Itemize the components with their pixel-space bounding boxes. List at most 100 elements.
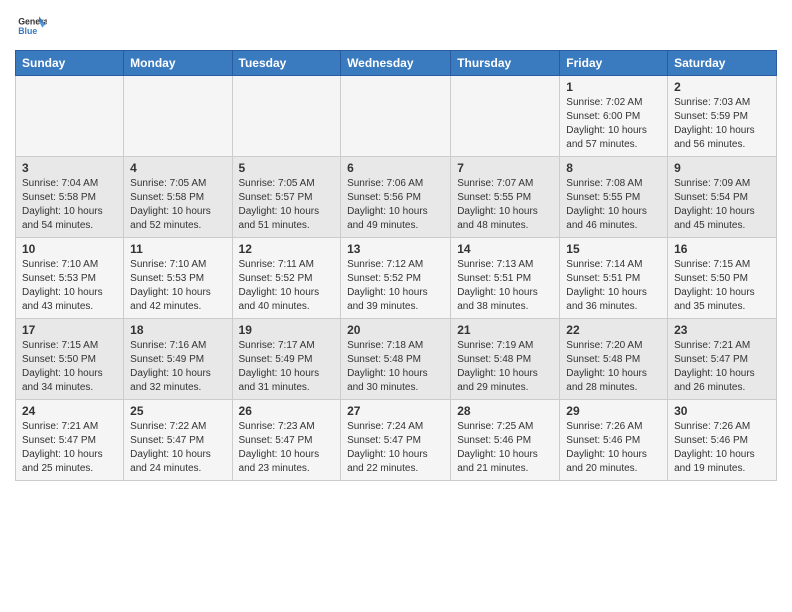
day-number: 8 — [566, 161, 661, 175]
calendar-cell: 14 Sunrise: 7:13 AM Sunset: 5:51 PM Dayli… — [451, 238, 560, 319]
day-number: 26 — [239, 404, 335, 418]
calendar-cell: 27 Sunrise: 7:24 AM Sunset: 5:47 PM Dayli… — [341, 400, 451, 481]
day-number: 29 — [566, 404, 661, 418]
day-info: Sunrise: 7:09 AM Sunset: 5:54 PM Dayligh… — [674, 177, 770, 233]
day-info: Sunrise: 7:10 AM Sunset: 5:53 PM Dayligh… — [22, 258, 117, 314]
day-number: 9 — [674, 161, 770, 175]
calendar-cell: 28 Sunrise: 7:25 AM Sunset: 5:46 PM Dayli… — [451, 400, 560, 481]
day-info: Sunrise: 7:24 AM Sunset: 5:47 PM Dayligh… — [347, 420, 444, 476]
day-number: 2 — [674, 80, 770, 94]
day-info: Sunrise: 7:26 AM Sunset: 5:46 PM Dayligh… — [674, 420, 770, 476]
calendar-cell: 19 Sunrise: 7:17 AM Sunset: 5:49 PM Dayli… — [232, 319, 341, 400]
weekday-header-wednesday: Wednesday — [341, 51, 451, 76]
weekday-header-thursday: Thursday — [451, 51, 560, 76]
day-number: 5 — [239, 161, 335, 175]
calendar-cell: 18Sunrise: 7:16 AM Sunset: 5:49 PM Dayli… — [124, 319, 232, 400]
day-info: Sunrise: 7:20 AM Sunset: 5:48 PM Dayligh… — [566, 339, 661, 395]
calendar-week-3: 10 Sunrise: 7:10 AM Sunset: 5:53 PM Dayli… — [16, 238, 777, 319]
day-number: 19 — [239, 323, 335, 337]
calendar-cell: 23 Sunrise: 7:21 AM Sunset: 5:47 PM Dayli… — [668, 319, 777, 400]
day-info: Sunrise: 7:05 AM Sunset: 5:57 PM Dayligh… — [239, 177, 335, 233]
day-number: 22 — [566, 323, 661, 337]
day-info: Sunrise: 7:21 AM Sunset: 5:47 PM Dayligh… — [22, 420, 117, 476]
day-info: Sunrise: 7:06 AM Sunset: 5:56 PM Dayligh… — [347, 177, 444, 233]
calendar-cell — [16, 76, 124, 157]
day-info: Sunrise: 7:12 AM Sunset: 5:52 PM Dayligh… — [347, 258, 444, 314]
day-number: 17 — [22, 323, 117, 337]
day-info: Sunrise: 7:22 AM Sunset: 5:47 PM Dayligh… — [130, 420, 225, 476]
day-info: Sunrise: 7:03 AM Sunset: 5:59 PM Dayligh… — [674, 96, 770, 152]
day-number: 3 — [22, 161, 117, 175]
calendar-week-5: 24 Sunrise: 7:21 AM Sunset: 5:47 PM Dayli… — [16, 400, 777, 481]
calendar-cell: 16 Sunrise: 7:15 AM Sunset: 5:50 PM Dayli… — [668, 238, 777, 319]
day-number: 16 — [674, 242, 770, 256]
day-info: Sunrise: 7:19 AM Sunset: 5:48 PM Dayligh… — [457, 339, 553, 395]
day-info: Sunrise: 7:05 AM Sunset: 5:58 PM Dayligh… — [130, 177, 225, 233]
day-info: Sunrise: 7:21 AM Sunset: 5:47 PM Dayligh… — [674, 339, 770, 395]
day-info: Sunrise: 7:15 AM Sunset: 5:50 PM Dayligh… — [674, 258, 770, 314]
calendar-cell: 4Sunrise: 7:05 AM Sunset: 5:58 PM Daylig… — [124, 157, 232, 238]
calendar-cell: 6 Sunrise: 7:06 AM Sunset: 5:56 PM Daylig… — [341, 157, 451, 238]
day-info: Sunrise: 7:23 AM Sunset: 5:47 PM Dayligh… — [239, 420, 335, 476]
page-container: General Blue SundayMondayTuesdayWednesda… — [0, 0, 792, 496]
logo: General Blue — [15, 10, 51, 42]
day-info: Sunrise: 7:26 AM Sunset: 5:46 PM Dayligh… — [566, 420, 661, 476]
calendar-week-4: 17 Sunrise: 7:15 AM Sunset: 5:50 PM Dayli… — [16, 319, 777, 400]
day-info: Sunrise: 7:16 AM Sunset: 5:49 PM Dayligh… — [130, 339, 225, 395]
calendar-cell: 3 Sunrise: 7:04 AM Sunset: 5:58 PM Daylig… — [16, 157, 124, 238]
day-number: 6 — [347, 161, 444, 175]
calendar-week-1: 1Sunrise: 7:02 AM Sunset: 6:00 PM Daylig… — [16, 76, 777, 157]
day-info: Sunrise: 7:17 AM Sunset: 5:49 PM Dayligh… — [239, 339, 335, 395]
calendar-cell: 20 Sunrise: 7:18 AM Sunset: 5:48 PM Dayli… — [341, 319, 451, 400]
day-info: Sunrise: 7:13 AM Sunset: 5:51 PM Dayligh… — [457, 258, 553, 314]
calendar-cell — [341, 76, 451, 157]
calendar-table: SundayMondayTuesdayWednesdayThursdayFrid… — [15, 50, 777, 481]
day-number: 14 — [457, 242, 553, 256]
calendar-cell: 30 Sunrise: 7:26 AM Sunset: 5:46 PM Dayli… — [668, 400, 777, 481]
calendar-cell: 12 Sunrise: 7:11 AM Sunset: 5:52 PM Dayli… — [232, 238, 341, 319]
day-number: 12 — [239, 242, 335, 256]
day-number: 1 — [566, 80, 661, 94]
header: General Blue — [15, 10, 777, 42]
day-info: Sunrise: 7:10 AM Sunset: 5:53 PM Dayligh… — [130, 258, 225, 314]
calendar-cell — [451, 76, 560, 157]
calendar-cell: 21Sunrise: 7:19 AM Sunset: 5:48 PM Dayli… — [451, 319, 560, 400]
weekday-header-tuesday: Tuesday — [232, 51, 341, 76]
day-info: Sunrise: 7:07 AM Sunset: 5:55 PM Dayligh… — [457, 177, 553, 233]
day-number: 15 — [566, 242, 661, 256]
day-number: 20 — [347, 323, 444, 337]
weekday-header-monday: Monday — [124, 51, 232, 76]
weekday-header-saturday: Saturday — [668, 51, 777, 76]
calendar-cell: 1Sunrise: 7:02 AM Sunset: 6:00 PM Daylig… — [560, 76, 668, 157]
day-number: 13 — [347, 242, 444, 256]
day-number: 28 — [457, 404, 553, 418]
calendar-cell: 17 Sunrise: 7:15 AM Sunset: 5:50 PM Dayli… — [16, 319, 124, 400]
calendar-week-2: 3 Sunrise: 7:04 AM Sunset: 5:58 PM Daylig… — [16, 157, 777, 238]
calendar-cell: 7Sunrise: 7:07 AM Sunset: 5:55 PM Daylig… — [451, 157, 560, 238]
day-number: 25 — [130, 404, 225, 418]
calendar-cell: 10 Sunrise: 7:10 AM Sunset: 5:53 PM Dayli… — [16, 238, 124, 319]
day-info: Sunrise: 7:25 AM Sunset: 5:46 PM Dayligh… — [457, 420, 553, 476]
calendar-cell: 11Sunrise: 7:10 AM Sunset: 5:53 PM Dayli… — [124, 238, 232, 319]
day-number: 27 — [347, 404, 444, 418]
calendar-cell — [124, 76, 232, 157]
day-number: 24 — [22, 404, 117, 418]
calendar-cell: 26 Sunrise: 7:23 AM Sunset: 5:47 PM Dayli… — [232, 400, 341, 481]
calendar-cell: 2 Sunrise: 7:03 AM Sunset: 5:59 PM Daylig… — [668, 76, 777, 157]
weekday-header-friday: Friday — [560, 51, 668, 76]
day-info: Sunrise: 7:15 AM Sunset: 5:50 PM Dayligh… — [22, 339, 117, 395]
day-info: Sunrise: 7:18 AM Sunset: 5:48 PM Dayligh… — [347, 339, 444, 395]
svg-text:Blue: Blue — [18, 26, 37, 36]
calendar-cell: 15 Sunrise: 7:14 AM Sunset: 5:51 PM Dayli… — [560, 238, 668, 319]
calendar-cell: 24 Sunrise: 7:21 AM Sunset: 5:47 PM Dayli… — [16, 400, 124, 481]
day-info: Sunrise: 7:14 AM Sunset: 5:51 PM Dayligh… — [566, 258, 661, 314]
day-info: Sunrise: 7:11 AM Sunset: 5:52 PM Dayligh… — [239, 258, 335, 314]
day-number: 30 — [674, 404, 770, 418]
day-number: 23 — [674, 323, 770, 337]
day-number: 10 — [22, 242, 117, 256]
weekday-header-sunday: Sunday — [16, 51, 124, 76]
day-info: Sunrise: 7:08 AM Sunset: 5:55 PM Dayligh… — [566, 177, 661, 233]
day-info: Sunrise: 7:04 AM Sunset: 5:58 PM Dayligh… — [22, 177, 117, 233]
calendar-cell: 13 Sunrise: 7:12 AM Sunset: 5:52 PM Dayli… — [341, 238, 451, 319]
calendar-cell: 5 Sunrise: 7:05 AM Sunset: 5:57 PM Daylig… — [232, 157, 341, 238]
